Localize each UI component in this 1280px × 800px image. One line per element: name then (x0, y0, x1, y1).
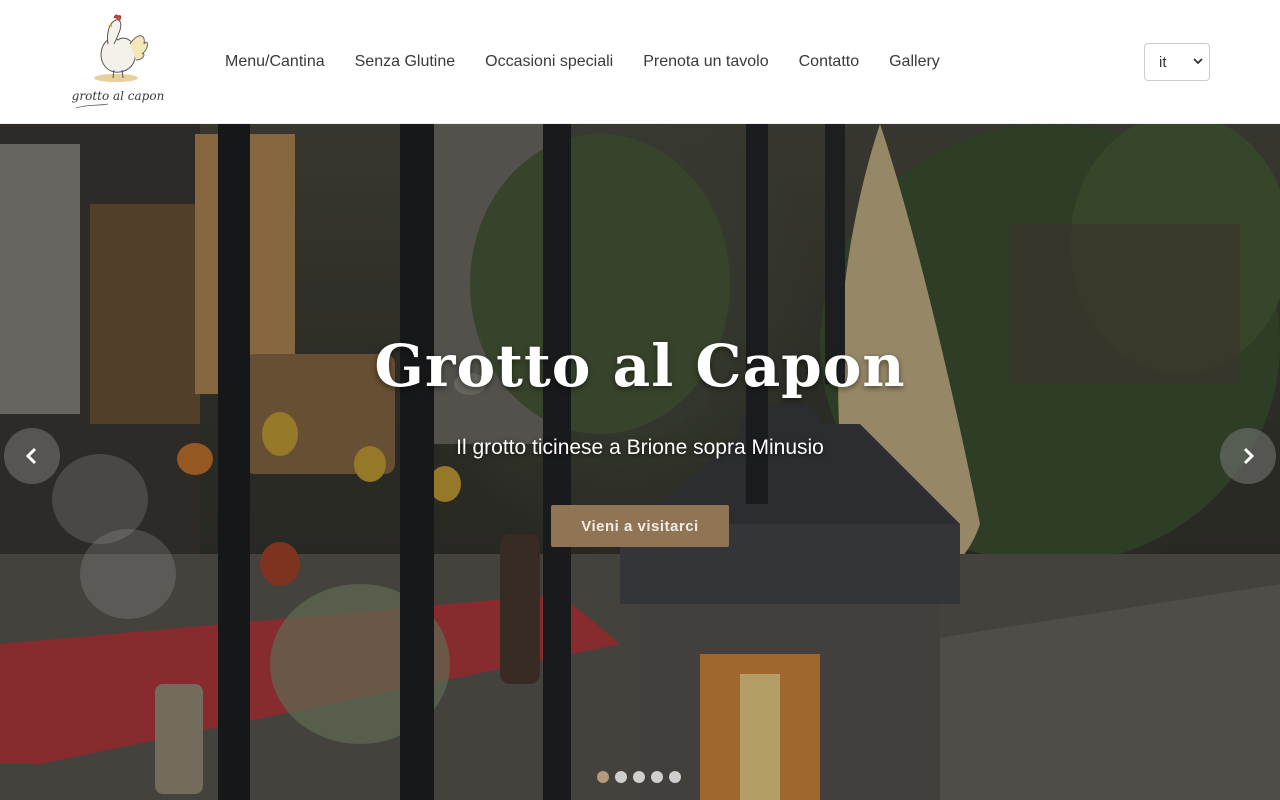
nav-item-occasioni-speciali[interactable]: Occasioni speciali (470, 40, 628, 84)
nav-item-contatto[interactable]: Contatto (784, 40, 874, 84)
carousel-dot-4[interactable] (651, 771, 663, 783)
nav-item-gallery[interactable]: Gallery (874, 40, 955, 84)
site-header: grotto al capon Menu/Cantina Senza Gluti… (0, 0, 1280, 124)
hero-dim-overlay (0, 124, 1280, 800)
chevron-right-icon (1243, 447, 1255, 465)
language-select[interactable]: it (1144, 43, 1210, 81)
hero-carousel: Grotto al Capon Il grotto ticinese a Bri… (0, 124, 1280, 800)
carousel-next-button[interactable] (1220, 428, 1276, 484)
nav-item-prenota-un-tavolo[interactable]: Prenota un tavolo (628, 40, 783, 84)
language-select-value: it (1159, 53, 1167, 71)
visit-us-button[interactable]: Vieni a visitarci (551, 505, 729, 547)
logo[interactable]: grotto al capon (68, 8, 172, 116)
carousel-indicators (597, 771, 687, 783)
carousel-prev-button[interactable] (4, 428, 60, 484)
carousel-dot-5[interactable] (669, 771, 681, 783)
carousel-dot-2[interactable] (615, 771, 627, 783)
rooster-logo-icon: grotto al capon (72, 14, 165, 109)
main-navigation: Menu/Cantina Senza Glutine Occasioni spe… (210, 40, 955, 84)
hero-subtitle: Il grotto ticinese a Brione sopra Minusi… (456, 436, 824, 459)
chevron-down-icon (1193, 56, 1203, 68)
carousel-dot-3[interactable] (633, 771, 645, 783)
chevron-left-icon (25, 447, 37, 465)
nav-item-menu-cantina[interactable]: Menu/Cantina (210, 40, 340, 84)
carousel-dot-1[interactable] (597, 771, 609, 783)
logo-text: grotto al capon (72, 89, 165, 103)
nav-item-senza-glutine[interactable]: Senza Glutine (340, 40, 471, 84)
hero-title: Grotto al Capon (374, 332, 906, 400)
